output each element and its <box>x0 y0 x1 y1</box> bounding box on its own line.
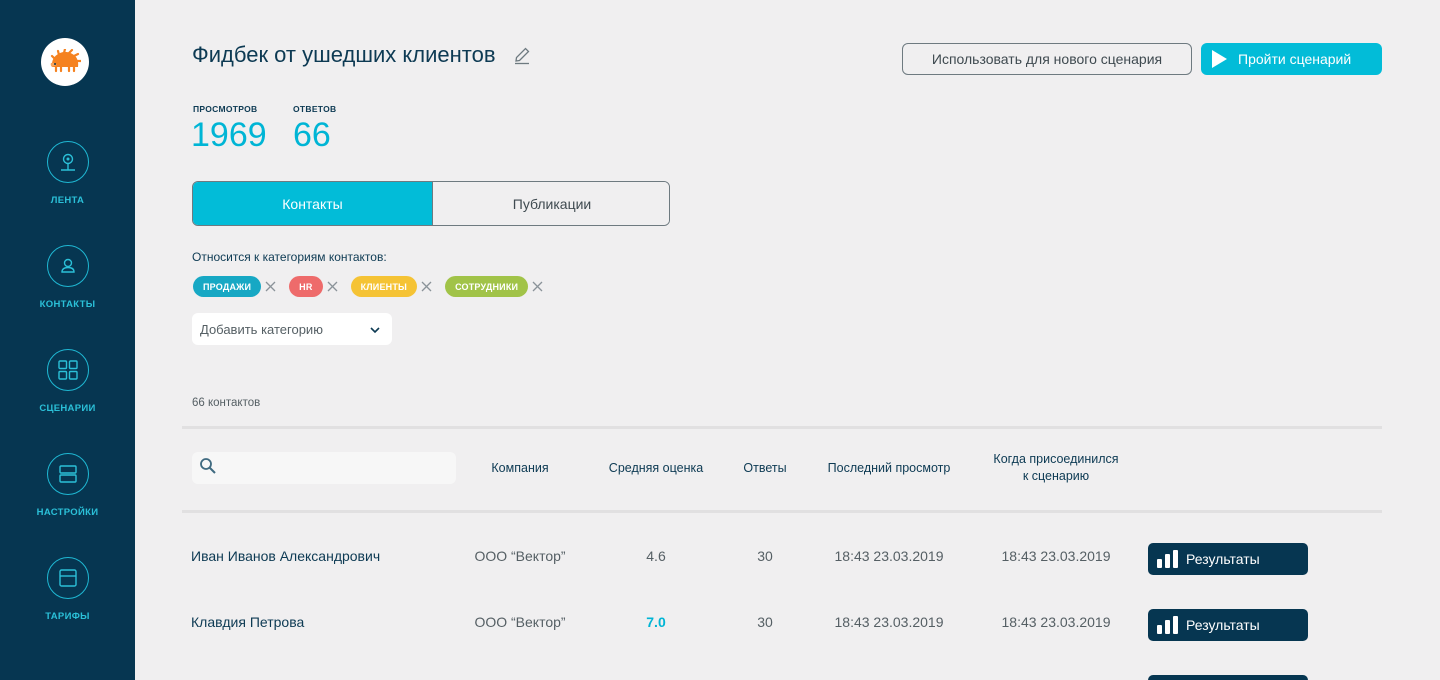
answers-value: 66 <box>293 116 331 154</box>
use-for-new-scenario-button[interactable]: Использовать для нового сценария <box>902 43 1192 75</box>
chevron-down-icon <box>370 322 380 337</box>
column-header-answers[interactable]: Ответы <box>725 460 805 477</box>
sidebar-item-scenarios[interactable]: СЦЕНАРИИ <box>0 349 135 414</box>
category-chips: ПРОДАЖИ HR КЛИЕНТЫ СОТРУДНИКИ <box>193 276 556 297</box>
category-chip-clients: КЛИЕНТЫ <box>350 276 418 297</box>
sidebar-item-label: ТАРИФЫ <box>45 611 90 622</box>
user-icon <box>46 245 89 287</box>
close-icon[interactable] <box>265 281 276 292</box>
settings-icon <box>46 453 89 495</box>
results-label: Результаты <box>1186 551 1260 567</box>
results-label: Результаты <box>1186 617 1260 633</box>
sidebar-item-label: НАСТРОЙКИ <box>36 507 99 518</box>
company-cell: ООО “Вектор” <box>474 548 566 564</box>
answers-cell: 30 <box>757 548 773 564</box>
sidebar-item-settings[interactable]: НАСТРОЙКИ <box>0 453 135 518</box>
play-icon <box>1210 49 1228 69</box>
score-cell: 7.0 <box>646 614 666 630</box>
category-chip-hr: HR <box>289 276 323 297</box>
column-header-avg-score[interactable]: Средняя оценка <box>596 460 716 477</box>
tab-contacts[interactable]: Контакты <box>193 182 432 225</box>
joined-cell: 18:43 23.03.2019 <box>1001 614 1111 630</box>
contact-name[interactable]: Иван Иванов Александрович <box>191 548 380 564</box>
divider <box>182 426 1382 429</box>
grid-icon <box>46 349 89 391</box>
answers-label: ОТВЕТОВ <box>293 104 337 114</box>
sidebar: ЛЕНТА КОНТАКТЫ СЦЕНАРИИ НАСТРОЙКИ ТАРИФЫ <box>0 0 135 680</box>
divider <box>182 510 1382 513</box>
sidebar-item-contacts[interactable]: КОНТАКТЫ <box>0 245 135 310</box>
answers-cell: 30 <box>757 614 773 630</box>
sidebar-item-label: СЦЕНАРИИ <box>39 403 96 414</box>
tabs: Контакты Публикации <box>192 181 670 226</box>
answers-stat: ОТВЕТОВ 66 <box>293 104 336 155</box>
views-label: ПРОСМОТРОВ <box>193 104 258 114</box>
last-view-cell: 18:43 23.03.2019 <box>834 614 944 630</box>
hedgehog-logo[interactable] <box>41 38 89 86</box>
contacts-count: 66 контактов <box>192 397 261 409</box>
feed-icon <box>46 141 89 183</box>
close-icon[interactable] <box>421 281 432 292</box>
category-chip-sales: ПРОДАЖИ <box>193 276 262 297</box>
add-category-dropdown[interactable]: Добавить категорию <box>192 313 392 345</box>
page-title: Фидбек от ушедших клиентов <box>192 42 496 67</box>
sidebar-item-tariffs[interactable]: ТАРИФЫ <box>0 557 135 622</box>
joined-cell: 18:43 23.03.2019 <box>1001 548 1111 564</box>
add-category-placeholder: Добавить категорию <box>200 321 323 337</box>
pencil-icon[interactable] <box>512 45 532 65</box>
last-view-cell: 18:43 23.03.2019 <box>834 548 944 564</box>
category-chip-employees: СОТРУДНИКИ <box>445 276 529 297</box>
results-button[interactable]: Результаты <box>1148 609 1308 641</box>
tab-publications[interactable]: Публикации <box>432 182 669 225</box>
search-input[interactable] <box>192 452 456 484</box>
views-stat: ПРОСМОТРОВ 1969 <box>191 104 267 155</box>
close-icon[interactable] <box>532 281 543 292</box>
results-button[interactable] <box>1148 675 1308 680</box>
categories-label: Относится к категориям контактов: <box>192 250 387 264</box>
sidebar-item-label: ЛЕНТА <box>50 195 85 206</box>
column-header-joined[interactable]: Когда присоединился к сценарию <box>976 451 1136 485</box>
column-header-last-view[interactable]: Последний просмотр <box>814 460 964 477</box>
title-row: Фидбек от ушедших клиентов <box>192 42 532 68</box>
close-icon[interactable] <box>327 281 338 292</box>
contact-name[interactable]: Клавдия Петрова <box>191 614 304 630</box>
tariff-icon <box>46 557 89 599</box>
run-scenario-button[interactable]: Пройти сценарий <box>1201 43 1382 75</box>
bar-chart-icon <box>1157 616 1178 634</box>
views-value: 1969 <box>191 116 267 154</box>
run-scenario-label: Пройти сценарий <box>1238 51 1352 67</box>
bar-chart-icon <box>1157 550 1178 568</box>
column-header-joined-line2: к сценарию <box>1022 469 1090 483</box>
search-icon <box>199 457 217 480</box>
column-header-company[interactable]: Компания <box>470 460 570 477</box>
score-cell: 4.6 <box>646 548 666 564</box>
sidebar-item-label: КОНТАКТЫ <box>39 299 96 310</box>
results-button[interactable]: Результаты <box>1148 543 1308 575</box>
column-header-joined-line1: Когда присоединился <box>993 452 1119 466</box>
sidebar-item-feed[interactable]: ЛЕНТА <box>0 141 135 206</box>
hedgehog-icon <box>50 49 81 73</box>
company-cell: ООО “Вектор” <box>474 614 566 630</box>
